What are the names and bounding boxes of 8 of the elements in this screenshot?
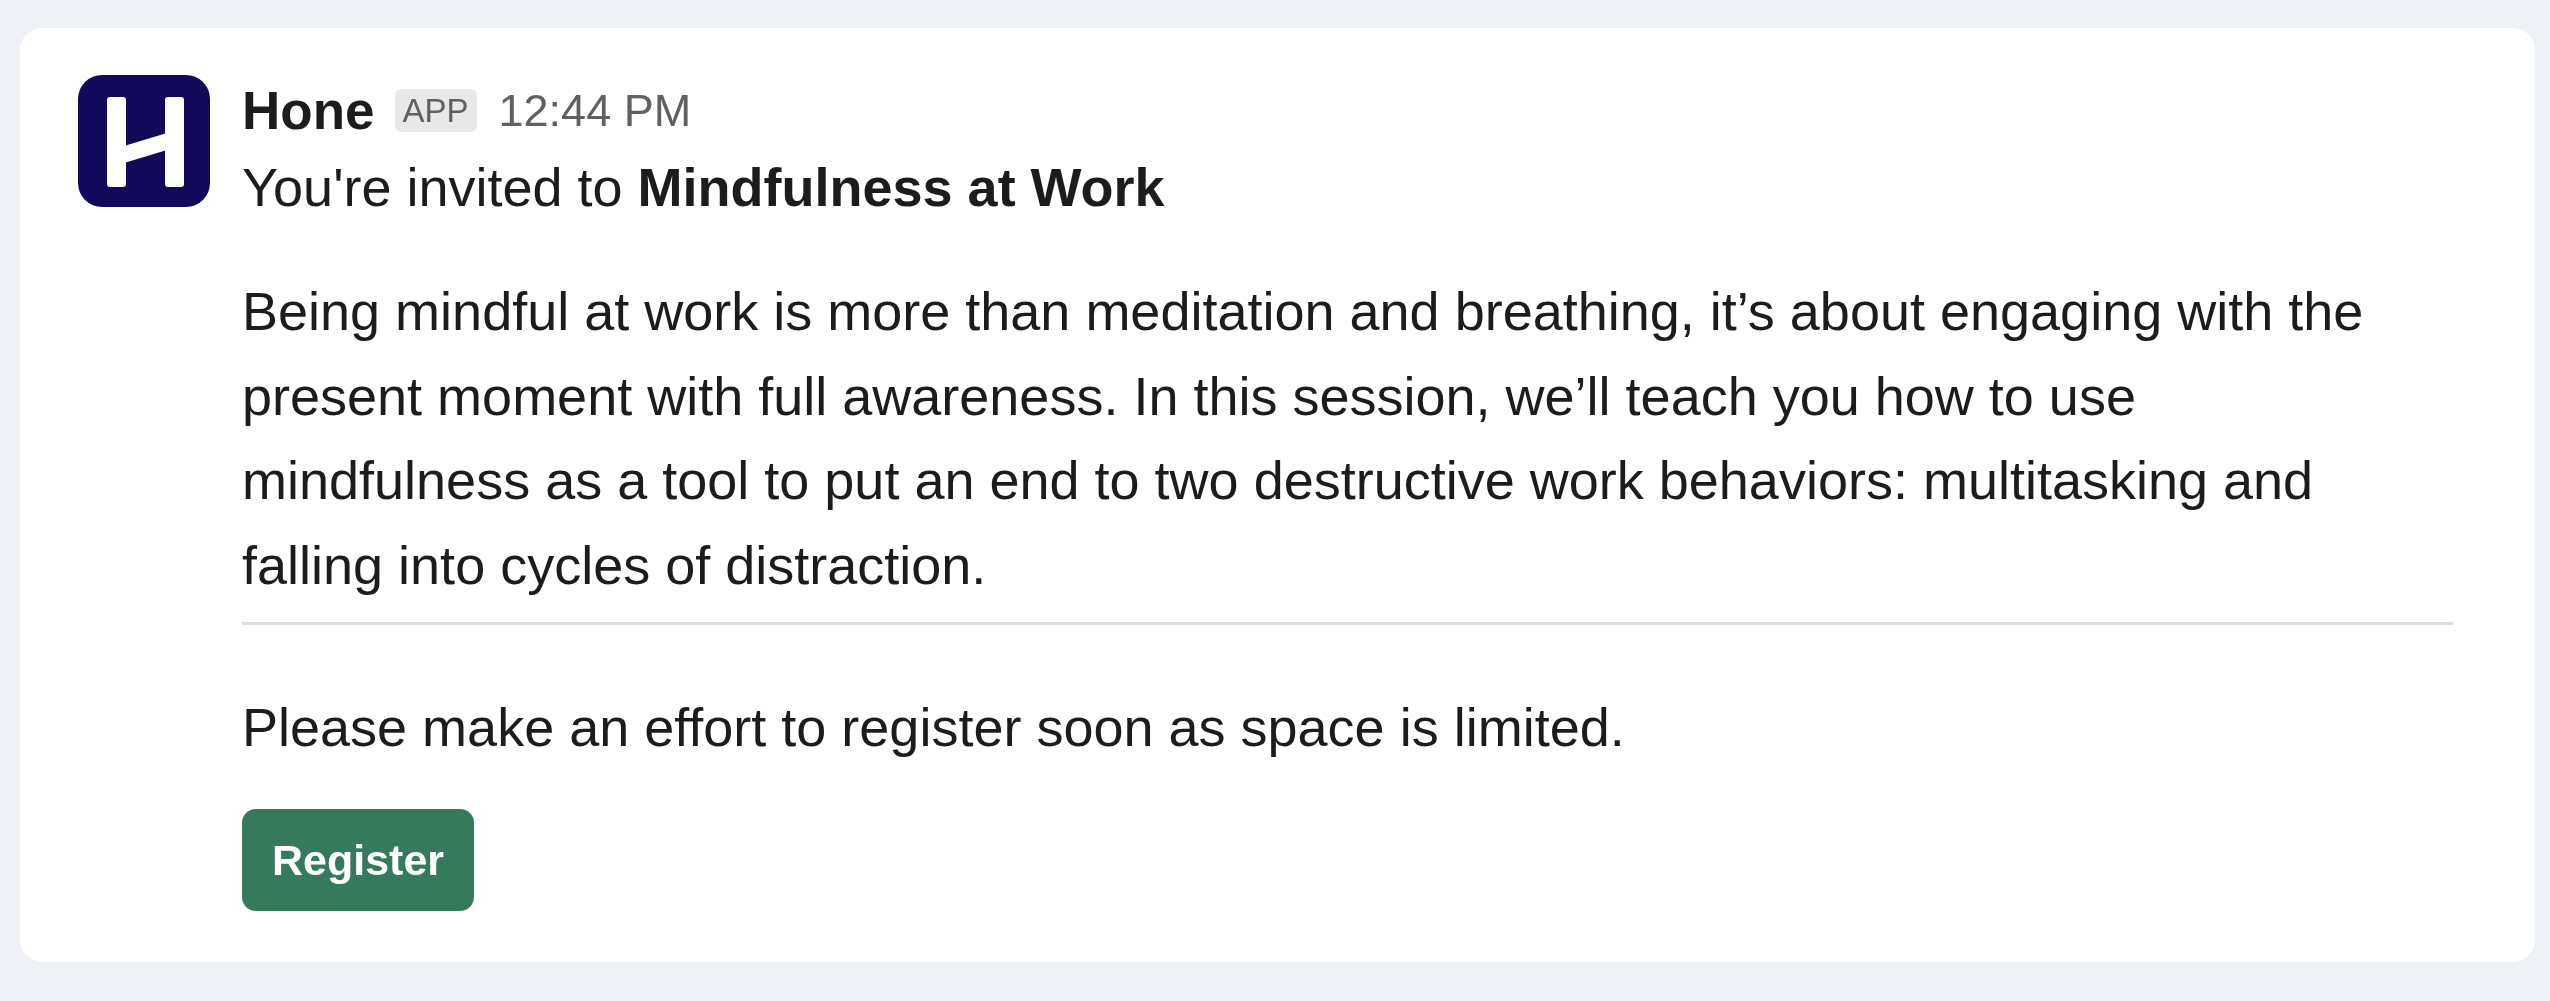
sender-name[interactable]: Hone	[242, 83, 375, 137]
timestamp[interactable]: 12:44 PM	[498, 87, 692, 133]
note-text: Please make an effort to register soon as space is limited.	[242, 696, 1626, 759]
app-label: APP	[394, 88, 477, 132]
register-button[interactable]: Register	[242, 809, 475, 911]
app-logo-icon	[78, 75, 210, 207]
message-title: You're invited to Mindfulness at Work	[242, 156, 1166, 219]
message-description: Being mindful at work is more than meditation and breathing, it’s about engaging with the present moment with full awareness. In this session, we’ll teach you how to use mindfulness as a tool to put an end to two destructive work behaviors: multitasking and falling into cycles of distraction.	[242, 280, 2365, 597]
